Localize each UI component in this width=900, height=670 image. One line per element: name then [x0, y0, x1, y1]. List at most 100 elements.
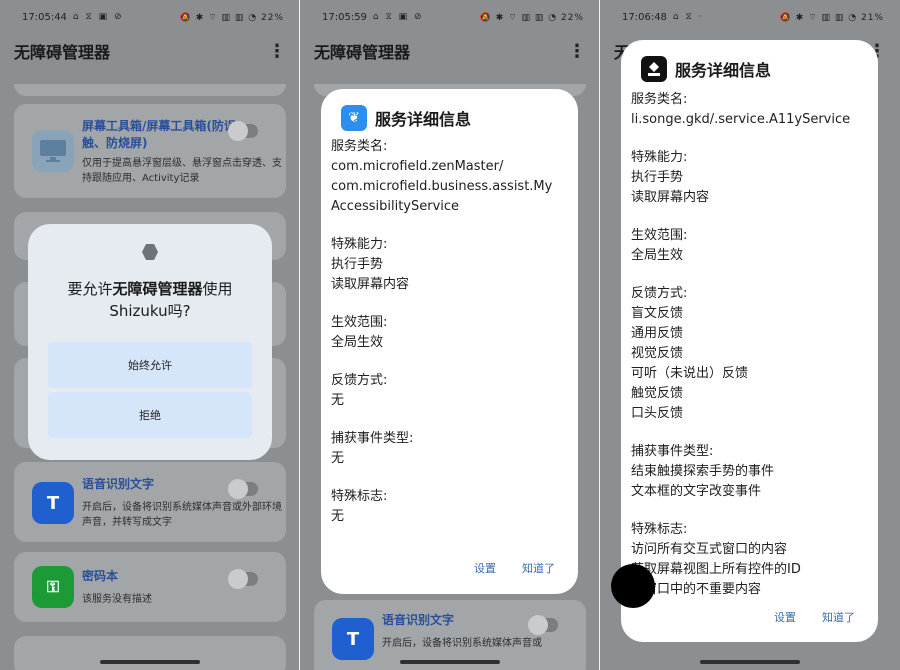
service-card-hidden — [14, 636, 286, 670]
service-toggle[interactable] — [228, 569, 258, 589]
section-label: 服务类名: — [331, 139, 388, 154]
section-label: 捕获事件类型: — [331, 431, 414, 446]
gkd-icon — [641, 56, 667, 82]
status-right-icons: 🔕 ✱ ⌔ ▥ ▥ ◔ 21% — [780, 12, 884, 23]
status-bar: 17:05:44 ⌂ ⧖ ▣ ⊘ 🔕 ✱ ⌔ ▥ ▥ ◔ 22% — [0, 0, 300, 34]
section-line: li.songe.gkd/.service.A11yService — [631, 112, 851, 127]
service-title: 语音识别文字 — [382, 613, 455, 627]
section-label: 特殊标志: — [331, 489, 388, 504]
section-line: 获取屏幕视图上所有控件的ID — [631, 562, 801, 577]
leaf-icon: ❦ — [341, 105, 367, 131]
service-card-speech-to-text[interactable]: T 语音识别文字 开启后，设备将识别系统媒体声音或外部环境声音，并转写成文字 — [14, 462, 286, 542]
section-line: com.microfield.business.assist.My — [331, 179, 553, 194]
message-prefix: 要允许 — [67, 280, 113, 298]
more-vert-icon[interactable]: ⋮ — [568, 41, 586, 62]
service-toggle[interactable] — [528, 615, 558, 635]
section-label: 捕获事件类型: — [631, 444, 714, 459]
status-system-icons: 🔕 ✱ ⌔ ▥ ▥ ◔ — [479, 12, 558, 23]
section-line: 无 — [331, 393, 345, 408]
detail-section-scope: 生效范围: 全局生效 — [631, 226, 876, 266]
status-bar: 17:06:48 ⌂ ⧖ · 🔕 ✱ ⌔ ▥ ▥ ◔ 21% — [600, 0, 900, 34]
detail-section-capabilities: 特殊能力: 执行手势 读取屏幕内容 — [631, 148, 876, 208]
section-label: 服务类名: — [631, 92, 688, 107]
service-toggle[interactable] — [228, 121, 258, 141]
shizuku-permission-dialog: 要允许无障碍管理器使用 Shizuku吗? 始终允许 拒绝 — [28, 224, 272, 460]
shizuku-icon — [142, 244, 158, 260]
dialog-title: 服务详细信息 — [675, 61, 772, 80]
dialog-body: 服务类名: li.songe.gkd/.service.A11yService … — [631, 90, 876, 618]
service-detail-dialog: ❦ 服务详细信息 服务类名: com.microfield.zenMaster/… — [321, 89, 578, 594]
dialog-title: 服务详细信息 — [375, 110, 472, 129]
key-icon: ⚿ — [32, 566, 74, 608]
app-title: 无障碍管理器 — [14, 43, 111, 62]
detail-section-class-name: 服务类名: com.microfield.zenMaster/ com.micr… — [331, 137, 576, 217]
settings-button[interactable]: 设置 — [474, 560, 496, 576]
service-card-screen-toolbox[interactable]: 屏幕工具箱/屏幕工具箱(防误触、防烧屏) 仅用于提高悬浮窗层级、悬浮窗点击穿透、… — [14, 104, 286, 198]
detail-section-feedback: 反馈方式: 无 — [331, 371, 576, 411]
section-line: 执行手势 — [631, 170, 684, 185]
battery-percent: 22% — [260, 12, 284, 23]
gesture-nav-bar[interactable] — [700, 660, 800, 664]
detail-section-flags: 特殊标志: 访问所有交互式窗口的内容 获取屏幕视图上所有控件的ID 在窗口中的不… — [631, 520, 876, 600]
section-line: 在窗口中的不重要内容 — [631, 582, 762, 597]
message-line2: Shizuku吗? — [109, 302, 191, 320]
screen-shizuku-permission: 17:05:44 ⌂ ⧖ ▣ ⊘ 🔕 ✱ ⌔ ▥ ▥ ◔ 22% 无障碍管理器 … — [0, 0, 300, 670]
section-line: 口头反馈 — [631, 406, 684, 421]
status-time: 17:06:48 — [622, 11, 667, 23]
section-line: 结束触摸探索手势的事件 — [631, 464, 775, 479]
section-label: 特殊标志: — [631, 522, 688, 537]
gesture-nav-bar[interactable] — [100, 660, 200, 664]
gesture-nav-bar[interactable] — [400, 660, 500, 664]
status-left-icons: ⌂ ⧖ · — [672, 12, 704, 22]
got-it-button[interactable]: 知道了 — [822, 609, 855, 625]
section-line: AccessibilityService — [331, 199, 460, 214]
service-card-partial — [14, 84, 286, 96]
service-description: 仅用于提高悬浮窗层级、悬浮窗点击穿透、支持跟随应用、Activity记录 — [82, 158, 282, 184]
battery-percent: 22% — [560, 12, 584, 23]
section-line: 通用反馈 — [631, 326, 684, 341]
battery-percent: 21% — [860, 12, 884, 23]
service-card-password-book[interactable]: ⚿ 密码本 该服务没有描述 — [14, 552, 286, 622]
section-label: 反馈方式: — [331, 373, 388, 388]
status-left-icons: ⌂ ⧖ ▣ ⊘ — [72, 12, 124, 22]
app-bar: 无障碍管理器 ⋮ — [300, 34, 600, 68]
section-line: 无 — [331, 451, 345, 466]
section-line: 执行手势 — [331, 257, 384, 272]
status-time: 17:05:59 — [322, 11, 367, 23]
service-description: 开启后，设备将识别系统媒体声音或 — [382, 638, 542, 649]
deny-button[interactable]: 拒绝 — [48, 392, 252, 438]
dialog-header: ❦ 服务详细信息 — [341, 105, 471, 131]
detail-section-flags: 特殊标志: 无 — [331, 487, 576, 527]
app-bar: 无障碍管理器 ⋮ — [0, 34, 300, 68]
screen-service-details-zenmaster: 17:05:59 ⌂ ⧖ ▣ ⊘ 🔕 ✱ ⌔ ▥ ▥ ◔ 22% 无障碍管理器 … — [300, 0, 600, 670]
app-title: 无障碍管理器 — [314, 43, 411, 62]
dialog-body: 服务类名: com.microfield.zenMaster/ com.micr… — [331, 137, 576, 545]
got-it-button[interactable]: 知道了 — [522, 560, 555, 576]
service-toggle[interactable] — [228, 479, 258, 499]
message-suffix: 使用 — [202, 280, 233, 298]
section-line: 盲文反馈 — [631, 306, 684, 321]
detail-section-event-types: 捕获事件类型: 结束触摸探索手势的事件 文本框的文字改变事件 — [631, 442, 876, 502]
section-line: 触觉反馈 — [631, 386, 684, 401]
detail-section-feedback: 反馈方式: 盲文反馈 通用反馈 视觉反馈 可听（未说出）反馈 触觉反馈 口头反馈 — [631, 284, 876, 424]
section-line: 视觉反馈 — [631, 346, 684, 361]
always-allow-button[interactable]: 始终允许 — [48, 342, 252, 388]
service-title: 语音识别文字 — [82, 477, 155, 491]
desktop-icon — [32, 130, 74, 172]
text-recognition-icon: T — [332, 618, 374, 660]
dialog-header: 服务详细信息 — [641, 56, 771, 82]
settings-button[interactable]: 设置 — [774, 609, 796, 625]
detail-section-event-types: 捕获事件类型: 无 — [331, 429, 576, 469]
status-system-icons: 🔕 ✱ ⌔ ▥ ▥ ◔ — [779, 12, 858, 23]
detail-section-scope: 生效范围: 全局生效 — [331, 313, 576, 353]
section-label: 反馈方式: — [631, 286, 688, 301]
service-description: 开启后，设备将识别系统媒体声音或外部环境声音，并转写成文字 — [82, 502, 282, 528]
touch-indicator — [611, 564, 655, 608]
section-line: 全局生效 — [331, 335, 384, 350]
service-title: 密码本 — [82, 569, 119, 583]
detail-section-class-name: 服务类名: li.songe.gkd/.service.A11yService — [631, 90, 876, 130]
section-label: 特殊能力: — [331, 237, 388, 252]
status-right-icons: 🔕 ✱ ⌔ ▥ ▥ ◔ 22% — [180, 12, 284, 23]
section-label: 生效范围: — [631, 228, 688, 243]
more-vert-icon[interactable]: ⋮ — [268, 41, 286, 62]
